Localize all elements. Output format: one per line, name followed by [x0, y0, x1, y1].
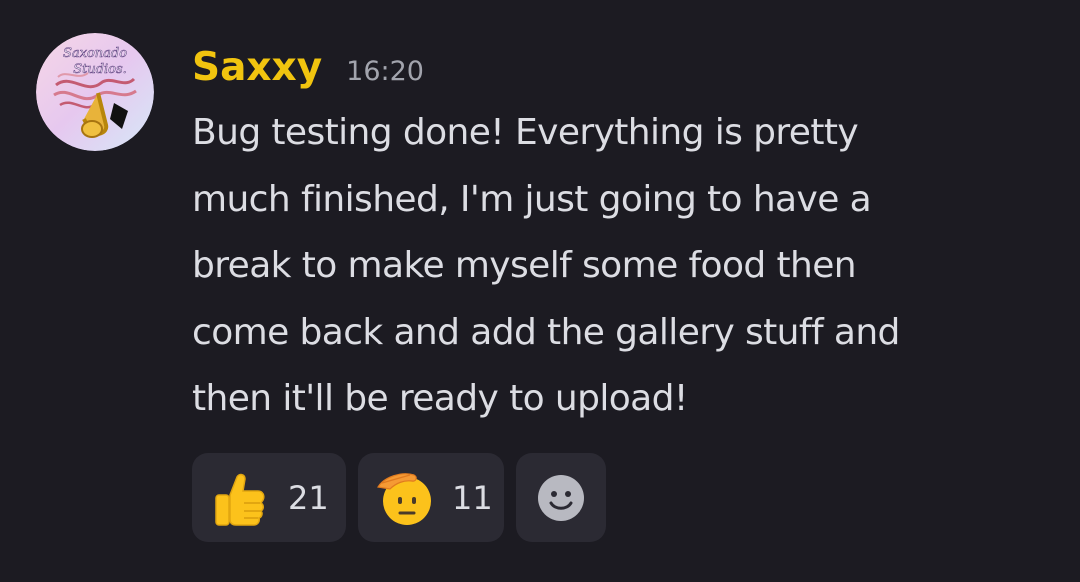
thumbs-up-icon [210, 469, 268, 527]
message-header: Saxxy 16:20 [192, 40, 424, 96]
reaction-count: 11 [452, 478, 493, 517]
chat-message: Saxonado Studios. Saxxy 16:20 Bug testin… [0, 0, 1080, 582]
add-reaction-button[interactable] [516, 453, 606, 542]
reactions-bar: 21 11 [192, 453, 606, 542]
reaction-saluting-face[interactable]: 11 [358, 453, 504, 542]
reaction-thumbs-up[interactable]: 21 [192, 453, 346, 542]
saluting-face-icon [374, 469, 436, 527]
username[interactable]: Saxxy [192, 40, 322, 96]
message-text: Bug testing done! Everything is pretty m… [192, 112, 900, 419]
reaction-count: 21 [288, 478, 329, 517]
add-reaction-smiley-icon [536, 473, 586, 523]
avatar[interactable]: Saxonado Studios. [36, 33, 154, 151]
svg-text:Saxonado: Saxonado [63, 46, 127, 61]
svg-text:Studios.: Studios. [73, 62, 127, 77]
avatar-image: Saxonado Studios. [36, 33, 154, 151]
timestamp[interactable]: 16:20 [346, 44, 424, 100]
